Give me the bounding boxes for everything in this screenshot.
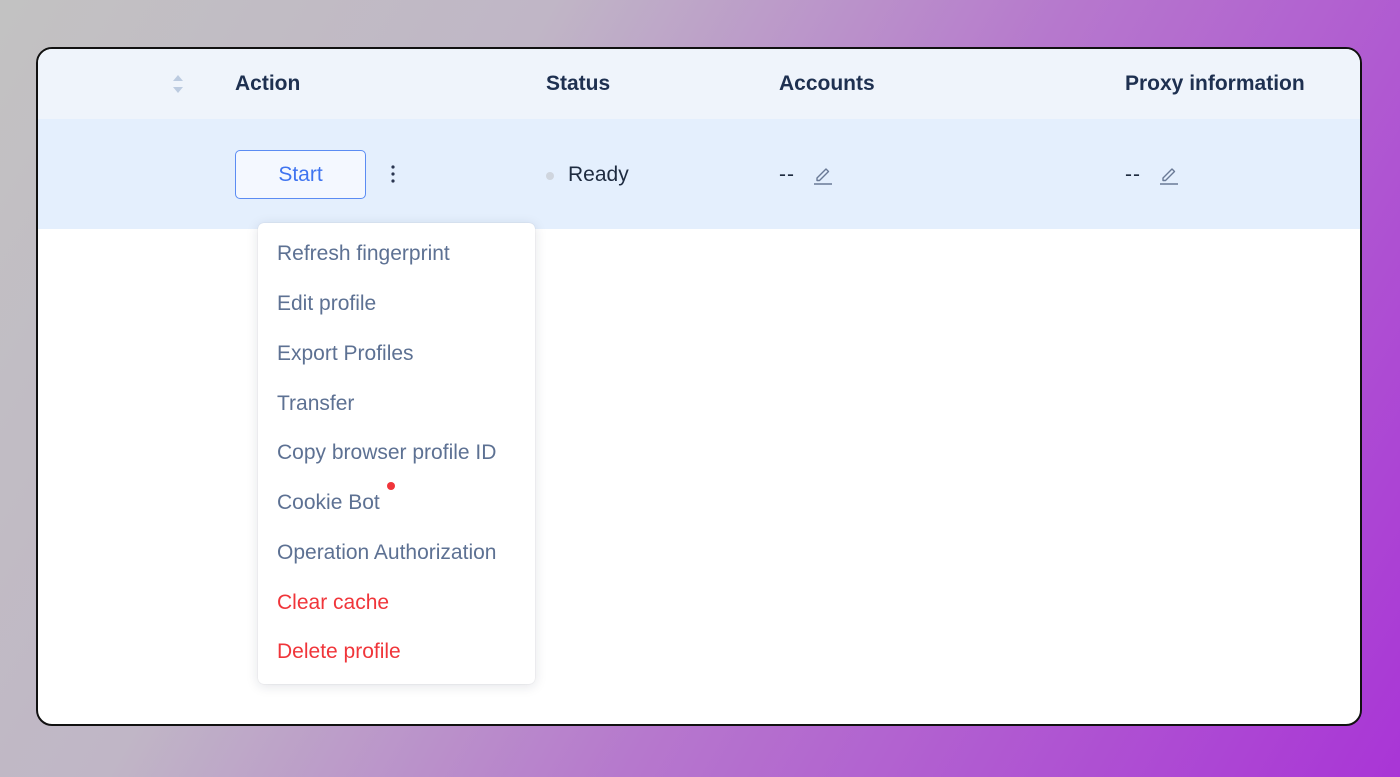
profiles-window: Action Status Accounts Proxy information… [36, 47, 1362, 726]
column-header-action: Action [235, 72, 301, 95]
menu-item-copy-browser-profile-id[interactable]: Copy browser profile ID [277, 441, 496, 465]
profile-actions-menu: Refresh fingerprint Edit profile Export … [258, 223, 535, 684]
status-dot-icon [546, 172, 554, 180]
menu-item-transfer[interactable]: Transfer [277, 392, 354, 416]
more-vertical-icon[interactable] [382, 159, 404, 189]
menu-item-cookie-bot[interactable]: Cookie Bot [277, 491, 380, 515]
edit-proxy-icon[interactable] [1158, 163, 1180, 185]
menu-item-delete-profile[interactable]: Delete profile [277, 640, 401, 664]
menu-item-edit-profile[interactable]: Edit profile [277, 292, 376, 316]
sort-icon[interactable] [171, 73, 185, 95]
table-header: Action Status Accounts Proxy information [38, 49, 1360, 119]
column-header-proxy-information: Proxy information [1125, 72, 1305, 95]
proxy-value: -- [1125, 163, 1141, 186]
status-text: Ready [568, 163, 629, 186]
column-header-status: Status [546, 72, 611, 95]
start-button[interactable]: Start [235, 150, 366, 199]
accounts-value: -- [779, 163, 795, 186]
notification-dot-icon [387, 482, 395, 490]
menu-item-operation-authorization[interactable]: Operation Authorization [277, 541, 496, 565]
menu-item-refresh-fingerprint[interactable]: Refresh fingerprint [277, 242, 450, 266]
menu-item-export-profiles[interactable]: Export Profiles [277, 342, 414, 366]
edit-accounts-icon[interactable] [812, 163, 834, 185]
column-header-accounts: Accounts [779, 72, 875, 95]
table-row[interactable]: Start Ready -- -- [38, 119, 1360, 229]
menu-item-clear-cache[interactable]: Clear cache [277, 591, 389, 615]
